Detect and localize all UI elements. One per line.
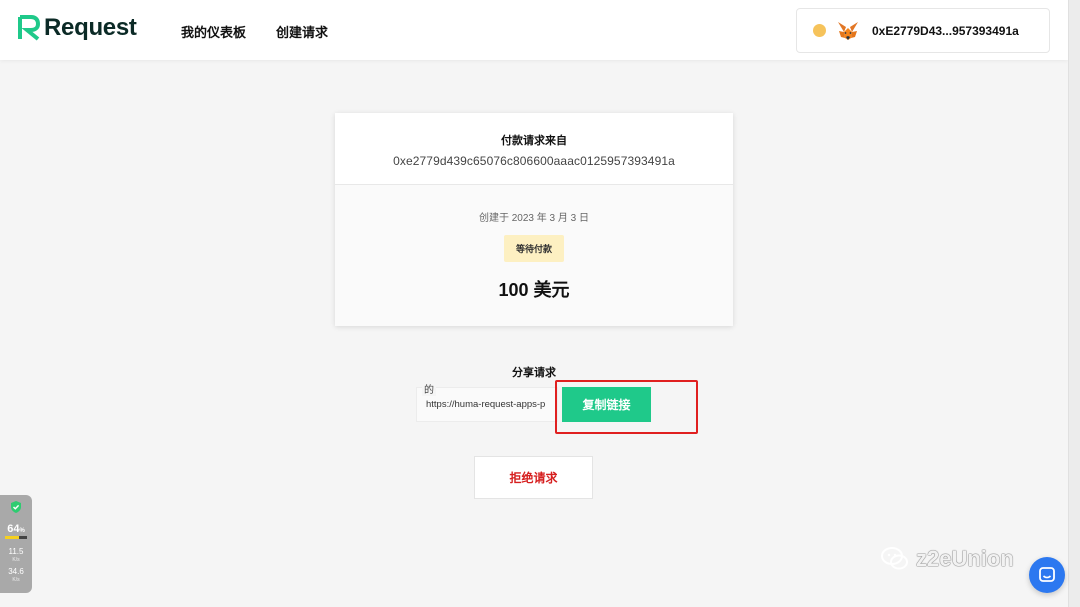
request-amount: 100 美元 — [498, 280, 570, 300]
network-monitor-widget[interactable]: 64% 11.5 K/s 34.6 K/s — [0, 495, 32, 593]
chat-support-button[interactable] — [1029, 557, 1065, 593]
wallet-status-dot — [813, 24, 826, 37]
share-title: 分享请求 — [512, 367, 556, 379]
link-field-label: 的 — [422, 381, 436, 396]
from-address: 0xe2779d439c65076c806600aaac012595739349… — [393, 154, 675, 168]
request-logo[interactable]: Request — [18, 14, 137, 42]
wallet-address: 0xE2779D43...957393491a — [872, 23, 1019, 38]
watermark: z2eUnion — [880, 545, 1014, 573]
request-card: 付款请求来自 0xe2779d439c65076c806600aaac01259… — [335, 113, 733, 326]
request-logo-icon — [18, 15, 40, 41]
cpu-percent-bar — [5, 536, 27, 539]
created-date: 创建于 2023 年 3 月 3 日 — [478, 213, 590, 224]
request-card-body: 创建于 2023 年 3 月 3 日 等待付款 100 美元 — [335, 185, 733, 302]
wechat-icon — [881, 547, 908, 570]
logo-text: Request — [44, 14, 137, 41]
copy-link-button[interactable]: 复制链接 — [562, 387, 651, 422]
wallet-button[interactable]: 0xE2779D43...957393491a — [796, 8, 1050, 53]
download-speed: 34.6 K/s — [0, 567, 32, 585]
reject-request-button[interactable]: 拒绝请求 — [474, 456, 593, 499]
shield-icon — [11, 501, 21, 513]
from-label: 付款请求来自 — [501, 135, 567, 147]
cpu-percent-value: 64 — [7, 523, 20, 535]
main-nav: 我的仪表板 创建请求 — [181, 22, 328, 41]
chat-icon — [1039, 567, 1055, 582]
upload-speed: 11.5 K/s — [0, 547, 32, 565]
nav-create-request[interactable]: 创建请求 — [276, 22, 328, 41]
cpu-percent-fill — [5, 536, 20, 539]
status-badge: 等待付款 — [503, 235, 564, 262]
cpu-percent: 64% — [0, 523, 32, 535]
page-scrollbar[interactable] — [1068, 0, 1080, 607]
watermark-text: z2eUnion — [916, 546, 1014, 571]
download-speed-unit: K/s — [12, 577, 20, 583]
cpu-percent-unit: % — [19, 528, 25, 534]
nav-dashboard[interactable]: 我的仪表板 — [181, 22, 246, 41]
metamask-fox-icon — [838, 21, 858, 40]
download-speed-value: 34.6 — [8, 567, 24, 576]
top-header: Request 我的仪表板 创建请求 0xE2779D43...95739349… — [0, 0, 1068, 60]
upload-speed-value: 11.5 — [8, 547, 24, 556]
share-link-input[interactable] — [416, 387, 558, 422]
request-card-header: 付款请求来自 0xe2779d439c65076c806600aaac01259… — [335, 113, 733, 185]
upload-speed-unit: K/s — [12, 557, 20, 563]
